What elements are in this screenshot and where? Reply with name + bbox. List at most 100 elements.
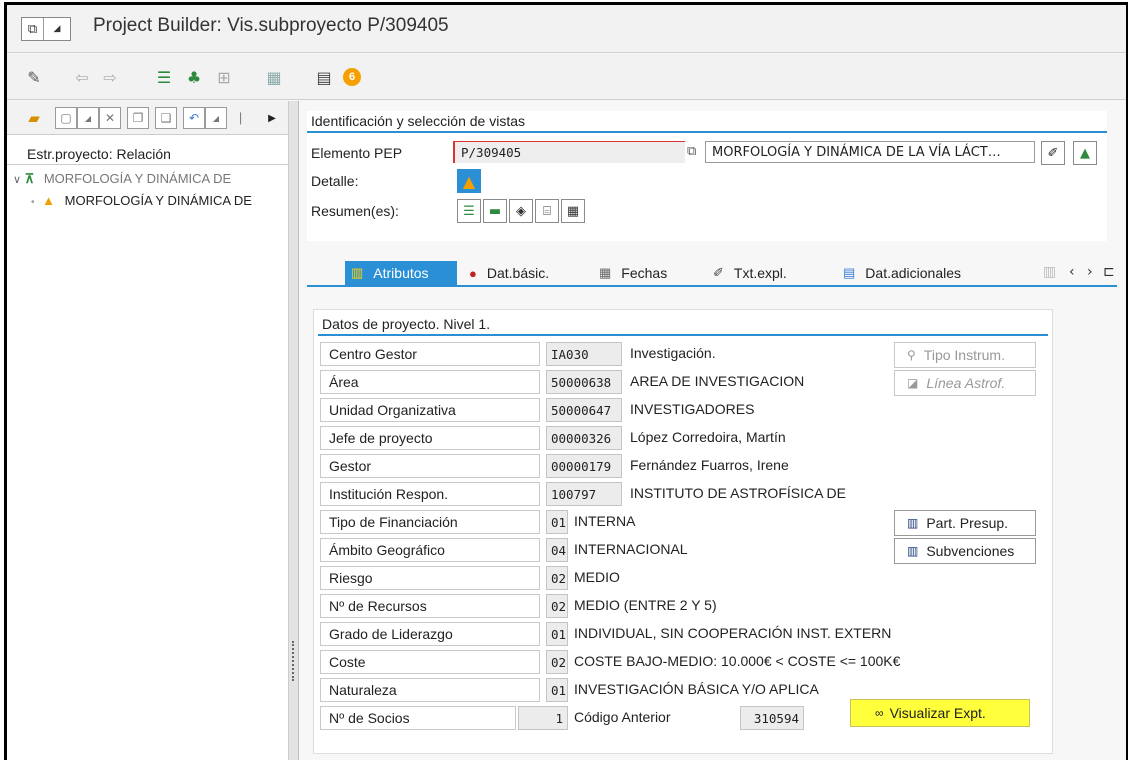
edit-text-icon: ✐ (713, 265, 724, 280)
grado-liderazgo-desc: INDIVIDUAL, SIN COOPERACIÓN INST. EXTERN (574, 625, 892, 641)
more-separator: ⎸ (239, 110, 252, 125)
area-label: Área (320, 370, 540, 394)
grado-liderazgo-label: Grado de Liderazgo (320, 622, 540, 646)
window-menu-icon: ⧉ (22, 18, 44, 40)
tipo-financiacion-code[interactable]: 01 (546, 510, 568, 534)
naturaleza-desc: INVESTIGACIÓN BÁSICA Y/O APLICA (574, 681, 819, 697)
elemento-pep-label: Elemento PEP (311, 145, 403, 161)
subvenciones-button[interactable]: ▥ Subvenciones (894, 538, 1036, 564)
pane-splitter[interactable] (289, 101, 299, 760)
riesgo-code[interactable]: 02 (546, 566, 568, 590)
button-label: Part. Presup. (926, 515, 1009, 531)
identification-section: Identificación y selección de vistas Ele… (307, 111, 1107, 241)
copy-icon[interactable]: ❐ (127, 107, 149, 129)
structure-tree-icon[interactable]: ♣ (183, 66, 205, 88)
summary-hierarchy-icon[interactable]: ☰ (457, 199, 481, 223)
tab-dat-basic[interactable]: ● Dat.básic. (463, 261, 589, 285)
project-def-icon: ⊼ (24, 171, 35, 186)
num-recursos-code[interactable]: 02 (546, 594, 568, 618)
tab-txt-expl[interactable]: ✐ Txt.expl. (707, 261, 831, 285)
project-structure-pane: ▰ ▢ ◢ ✕ ❐ ❏ ↶ ◢ ⎸ ▶ Estr.proyecto: Relac… (7, 101, 289, 760)
tipo-financiacion-label: Tipo de Financiación (320, 510, 540, 534)
undo-icon[interactable]: ↶ (183, 107, 205, 129)
detalle-label: Detalle: (311, 173, 359, 189)
jefe-proyecto-code[interactable]: 00000326 (546, 426, 622, 450)
coste-desc: COSTE BAJO-MEDIO: 10.000€ < COSTE <= 100… (574, 653, 901, 669)
hierarchy-icon[interactable]: ☰ (153, 66, 175, 88)
collapse-chevron-icon[interactable]: ∨ (13, 174, 21, 186)
tab-dat-adicionales[interactable]: ▤ Dat.adicionales (837, 261, 1017, 285)
warning-triangle-icon: ▲ (42, 193, 56, 208)
unidad-org-code[interactable]: 50000647 (546, 398, 622, 422)
delete-icon[interactable]: ✕ (99, 107, 121, 129)
codigo-anterior-field[interactable]: 310594 (740, 706, 804, 730)
gestor-desc: Fernández Fuarros, Irene (630, 457, 789, 473)
tab-label: Dat.básic. (486, 265, 550, 281)
tab-label: Dat.adicionales (865, 265, 962, 281)
tree-node-parent[interactable]: ∨ ⊼ MORFOLOGÍA Y DINÁMICA DE (13, 171, 289, 191)
institucion-code[interactable]: 100797 (546, 482, 622, 506)
edit-document-icon[interactable]: ✐ (1041, 141, 1065, 165)
scroll-right-icon[interactable]: ▶ (261, 107, 283, 129)
part-presup-button[interactable]: ▥ Part. Presup. (894, 510, 1036, 536)
tab-fechas[interactable]: ▦ Fechas (593, 261, 703, 285)
glasses-icon: ∞ (875, 706, 884, 720)
summary-milestone-icon[interactable]: ◈ (509, 199, 533, 223)
new-document-icon[interactable]: ▢ (55, 107, 77, 129)
tab-list-icon[interactable]: ⊏ (1103, 264, 1115, 280)
grado-liderazgo-code[interactable]: 01 (546, 622, 568, 646)
tree-toolbar: ▰ ▢ ◢ ✕ ❐ ❏ ↶ ◢ ⎸ ▶ (7, 101, 288, 135)
tipo-instrum-button[interactable]: ⚲ Tipo Instrum. (894, 342, 1036, 368)
new-dropdown-icon[interactable]: ◢ (77, 107, 99, 129)
institucion-desc: INSTITUTO DE ASTROFÍSICA DE (630, 485, 846, 501)
naturaleza-code[interactable]: 01 (546, 678, 568, 702)
network-icon[interactable]: ⊞ (213, 66, 235, 88)
dropdown-arrow-icon: ◢ (53, 24, 61, 34)
detail-wbs-icon[interactable]: ▲ (457, 169, 481, 193)
forward-arrow-icon[interactable]: ⇨ (99, 66, 121, 88)
image-icon[interactable]: ▲ (1073, 141, 1097, 165)
coste-code[interactable]: 02 (546, 650, 568, 674)
num-socios-field[interactable]: 1 (518, 706, 568, 730)
attributes-icon: ▥ (351, 265, 364, 280)
area-desc: AREA DE INVESTIGACION (630, 373, 805, 389)
summary-list-icon[interactable]: ⌸ (535, 199, 559, 223)
paste-icon[interactable]: ❏ (155, 107, 177, 129)
calculator-icon[interactable]: ▤ (313, 66, 335, 88)
image-icon: ◪ (907, 376, 919, 390)
num-socios-label: Nº de Socios (320, 706, 516, 730)
tipo-financiacion-desc: INTERNA (574, 513, 636, 529)
summary-table-icon[interactable]: ▦ (561, 199, 585, 223)
ambito-geografico-code[interactable]: 04 (546, 538, 568, 562)
section-title: Identificación y selección de vistas (307, 111, 1107, 133)
glasses-pencil-icon[interactable]: ✎ (23, 66, 45, 88)
tree-header: Estr.proyecto: Relación (7, 141, 289, 165)
coste-label: Coste (320, 650, 540, 674)
calendar-icon: ▦ (599, 265, 612, 280)
hat-icon: ● (469, 265, 477, 281)
panel-title: Datos de proyecto. Nivel 1. (322, 316, 491, 332)
linea-astrof-button[interactable]: ◪ Línea Astrof. (894, 370, 1036, 396)
title-bar: ⧉ ◢ Project Builder: Vis.subproyecto P/3… (7, 5, 1126, 53)
tab-label: Atributos (373, 265, 429, 281)
naturaleza-label: Naturaleza (320, 678, 540, 702)
system-menu-button[interactable]: ⧉ ◢ (21, 17, 71, 41)
tab-atributos[interactable]: ▥ Atributos (345, 261, 457, 285)
back-arrow-icon[interactable]: ⇦ (71, 66, 93, 88)
notifications-badge[interactable]: 6 (341, 66, 363, 88)
centro-gestor-code[interactable]: IA030 (546, 342, 622, 366)
undo-dropdown-icon[interactable]: ◢ (205, 107, 227, 129)
tab-label: Fechas (621, 265, 668, 281)
area-code[interactable]: 50000638 (546, 370, 622, 394)
tab-next-icon[interactable]: › (1087, 264, 1093, 280)
tab-prev-icon[interactable]: ‹ (1069, 264, 1075, 280)
gestor-code[interactable]: 00000179 (546, 454, 622, 478)
open-folder-icon[interactable]: ▰ (23, 107, 45, 129)
elemento-pep-field[interactable]: P/309405 (453, 141, 685, 163)
visualizar-expt-button[interactable]: ∞ Visualizar Expt. (850, 699, 1030, 727)
calendar-icon[interactable]: ▦ (263, 66, 285, 88)
splitter-grip[interactable] (292, 641, 295, 681)
summary-bar-icon[interactable]: ▬ (483, 199, 507, 223)
tree-node-child[interactable]: • ▲ MORFOLOGÍA Y DINÁMICA DE (31, 193, 289, 213)
search-help-icon[interactable]: ⧉ (687, 144, 696, 159)
